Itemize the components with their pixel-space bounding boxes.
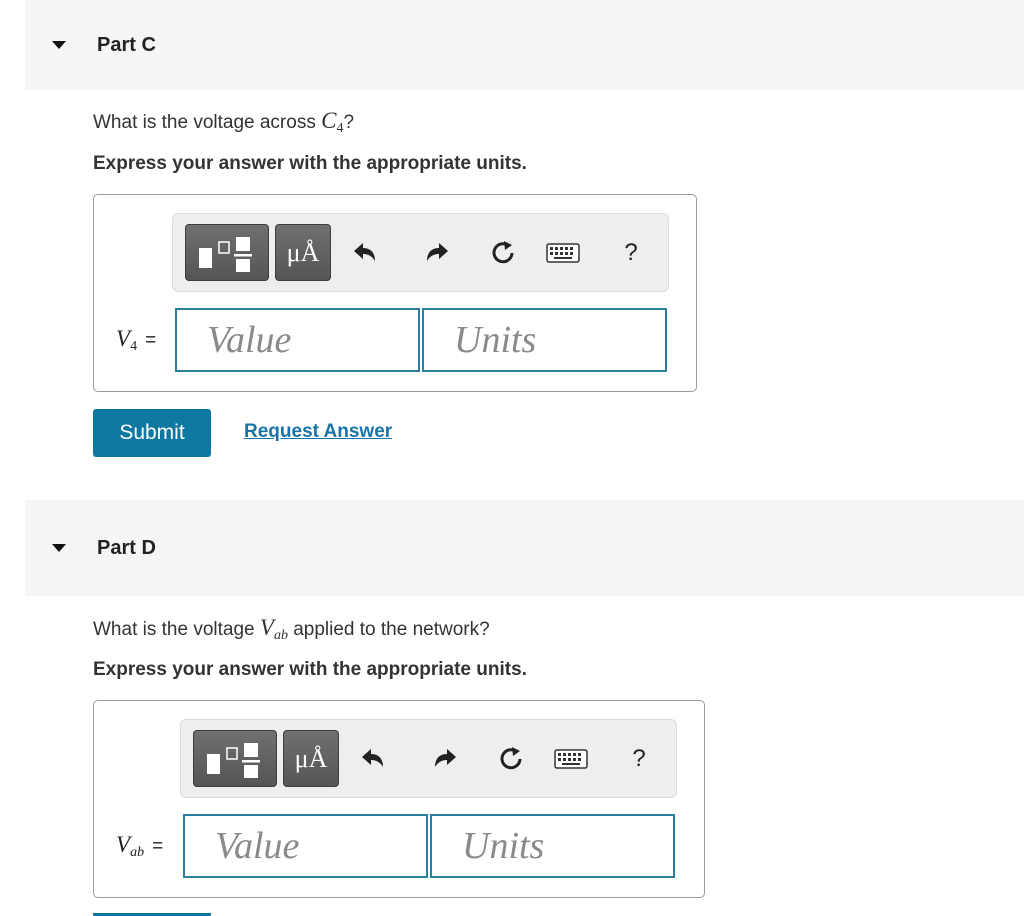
units-input[interactable] bbox=[430, 814, 675, 878]
math-var: Vab bbox=[259, 615, 288, 643]
value-input[interactable] bbox=[175, 308, 420, 372]
part-d-header[interactable]: Part D bbox=[25, 500, 1024, 596]
redo-icon[interactable] bbox=[427, 730, 463, 787]
templates-icon bbox=[207, 743, 260, 778]
help-icon[interactable]: ? bbox=[613, 224, 649, 281]
templates-icon bbox=[199, 237, 252, 272]
undo-icon[interactable] bbox=[355, 730, 391, 787]
templates-button[interactable] bbox=[193, 730, 277, 787]
part-c-header[interactable]: Part C bbox=[25, 0, 1024, 90]
reset-icon[interactable] bbox=[493, 730, 529, 787]
reset-icon[interactable] bbox=[485, 224, 521, 281]
part-c-title: Part C bbox=[97, 33, 156, 56]
part-c-question: What is the voltage across C4? bbox=[93, 108, 355, 136]
part-d-title: Part D bbox=[97, 536, 156, 559]
templates-button[interactable] bbox=[185, 224, 269, 281]
collapse-triangle-icon[interactable] bbox=[52, 544, 66, 552]
help-icon[interactable]: ? bbox=[621, 730, 657, 787]
units-button[interactable]: μÅ bbox=[283, 730, 339, 787]
units-input[interactable] bbox=[422, 308, 667, 372]
redo-icon[interactable] bbox=[419, 224, 455, 281]
part-c-instruction: Express your answer with the appropriate… bbox=[93, 153, 527, 174]
part-d-variable-label: Vab = bbox=[116, 832, 164, 860]
part-d-instruction: Express your answer with the appropriate… bbox=[93, 659, 527, 680]
part-d-answer-box: μÅ ? Vab = bbox=[93, 700, 705, 898]
value-input[interactable] bbox=[183, 814, 428, 878]
math-var: C4 bbox=[321, 108, 344, 136]
math-toolbar: μÅ ? bbox=[172, 213, 669, 292]
collapse-triangle-icon[interactable] bbox=[52, 41, 66, 49]
math-toolbar: μÅ ? bbox=[180, 719, 677, 798]
part-d-question: What is the voltage Vab applied to the n… bbox=[93, 615, 490, 643]
submit-button[interactable]: Submit bbox=[93, 409, 211, 457]
request-answer-link[interactable]: Request Answer bbox=[244, 421, 392, 443]
undo-icon[interactable] bbox=[347, 224, 383, 281]
units-button[interactable]: μÅ bbox=[275, 224, 331, 281]
part-c-variable-label: V4 = bbox=[116, 326, 157, 354]
part-c-answer-box: μÅ ? V4 = bbox=[93, 194, 697, 392]
keyboard-icon[interactable] bbox=[553, 730, 589, 787]
keyboard-icon[interactable] bbox=[545, 224, 581, 281]
